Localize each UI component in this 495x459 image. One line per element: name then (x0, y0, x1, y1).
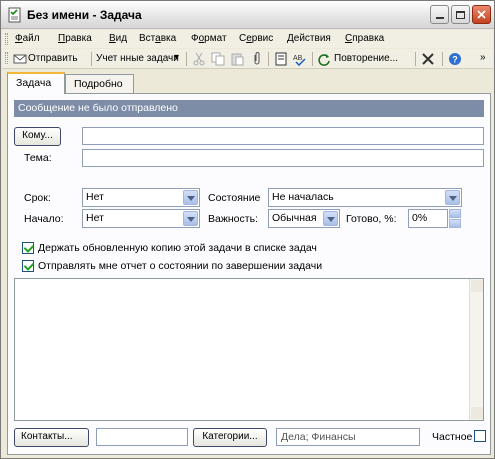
start-date-value: Нет (86, 212, 104, 224)
tab-task[interactable]: Задача (7, 72, 65, 94)
paste-icon[interactable] (230, 52, 244, 66)
toolbar-grip[interactable] (5, 52, 8, 64)
spin-up-icon[interactable] (449, 209, 461, 218)
chevron-down-icon[interactable] (445, 190, 460, 205)
menu-edit[interactable]: Правка (58, 33, 92, 44)
task-window: Без имени - Задача Файл Правка Вид Встав… (0, 0, 495, 459)
notes-scrollbar[interactable] (469, 279, 483, 420)
keep-copy-label: Держать обновленную копию этой задачи в … (38, 242, 317, 254)
complete-label: Готово, %: (346, 213, 397, 225)
priority-label: Важность: (208, 213, 258, 225)
delete-icon[interactable] (421, 52, 435, 66)
status-value: Не началась (272, 191, 334, 203)
send-icon (13, 54, 27, 64)
task-icon (8, 7, 21, 23)
percent-complete-field[interactable]: 0% (408, 209, 448, 228)
menu-insert[interactable]: Вставка (139, 33, 176, 44)
scroll-up-icon[interactable] (471, 280, 483, 292)
private-checkbox[interactable] (474, 430, 486, 442)
toolbar-separator (415, 52, 416, 66)
keep-copy-checkbox[interactable] (22, 242, 34, 254)
menubar-grip[interactable] (5, 33, 8, 45)
subject-label: Тема: (24, 152, 52, 164)
send-report-label: Отправлять мне отчет о состоянии по заве… (38, 260, 323, 272)
minimize-icon (435, 16, 444, 19)
copy-icon[interactable] (211, 52, 225, 66)
status-label: Состояние (208, 192, 261, 204)
tab-details[interactable]: Подробно (65, 74, 134, 94)
to-field[interactable] (82, 127, 484, 145)
title-bar: Без имени - Задача (1, 1, 494, 29)
toolbar-separator (268, 52, 269, 66)
contacts-field[interactable] (96, 428, 188, 446)
due-label: Срок: (24, 192, 51, 204)
window-title: Без имени - Задача (27, 8, 142, 22)
start-date-combo[interactable]: Нет (82, 209, 200, 228)
task-panel: Сообщение не было отправлено Кому... Тем… (7, 93, 491, 455)
toolbar-separator (186, 52, 187, 66)
svg-text:AB: AB (293, 55, 303, 62)
spin-down-icon[interactable] (449, 219, 461, 228)
minimize-button[interactable] (430, 5, 449, 24)
manage-task-button[interactable]: Учет нные задачи (96, 53, 179, 64)
help-icon[interactable]: ? (448, 52, 462, 66)
status-combo[interactable]: Не началась (268, 188, 462, 207)
menu-help[interactable]: Справка (345, 33, 384, 44)
maximize-icon (456, 10, 465, 19)
menu-format[interactable]: Формат (191, 33, 227, 44)
chevron-down-icon[interactable] (183, 211, 198, 226)
spell-check-icon[interactable]: AB (293, 52, 307, 66)
to-button[interactable]: Кому... (14, 127, 61, 146)
address-book-icon[interactable] (274, 52, 288, 66)
start-label: Начало: (24, 213, 64, 225)
contacts-button[interactable]: Контакты... (14, 428, 89, 447)
close-icon (477, 10, 486, 19)
due-date-value: Нет (86, 191, 104, 203)
categories-button[interactable]: Категории... (193, 428, 267, 447)
svg-text:?: ? (452, 55, 458, 65)
categories-field[interactable]: Дела; Финансы (276, 428, 420, 446)
close-button[interactable] (472, 5, 491, 24)
menu-actions[interactable]: Действия (287, 33, 331, 44)
recurrence-icon (318, 54, 330, 66)
attach-icon[interactable] (250, 52, 264, 66)
toolbar-separator (442, 52, 443, 66)
private-label: Частное (432, 431, 473, 443)
menu-tools[interactable]: Сервис (239, 33, 273, 44)
due-date-combo[interactable]: Нет (82, 188, 200, 207)
manage-dropdown-arrow[interactable]: ▾ (174, 52, 179, 63)
priority-combo[interactable]: Обычная (268, 209, 340, 228)
toolbar-separator (91, 52, 92, 66)
menu-file[interactable]: Файл (15, 33, 40, 44)
standard-toolbar: Отправить Учет нные задачи ▾ AB Повторен… (2, 49, 493, 69)
info-bar: Сообщение не было отправлено (14, 100, 484, 117)
toolbar-separator (312, 52, 313, 66)
send-button[interactable]: Отправить (28, 53, 78, 64)
chevron-down-icon[interactable] (323, 211, 338, 226)
send-report-checkbox[interactable] (22, 260, 34, 272)
notes-area[interactable] (14, 278, 484, 421)
percent-spinner[interactable] (449, 209, 461, 228)
menu-bar: Файл Правка Вид Вставка Формат Сервис Де… (2, 30, 493, 48)
menu-view[interactable]: Вид (109, 33, 127, 44)
chevron-down-icon[interactable] (183, 190, 198, 205)
maximize-button[interactable] (451, 5, 470, 24)
priority-value: Обычная (272, 212, 317, 224)
scroll-down-icon[interactable] (471, 407, 483, 419)
cut-icon[interactable] (192, 52, 206, 66)
recurrence-button[interactable]: Повторение... (334, 53, 398, 64)
toolbar-options-arrow[interactable]: » (480, 52, 486, 63)
subject-field[interactable] (82, 149, 484, 167)
